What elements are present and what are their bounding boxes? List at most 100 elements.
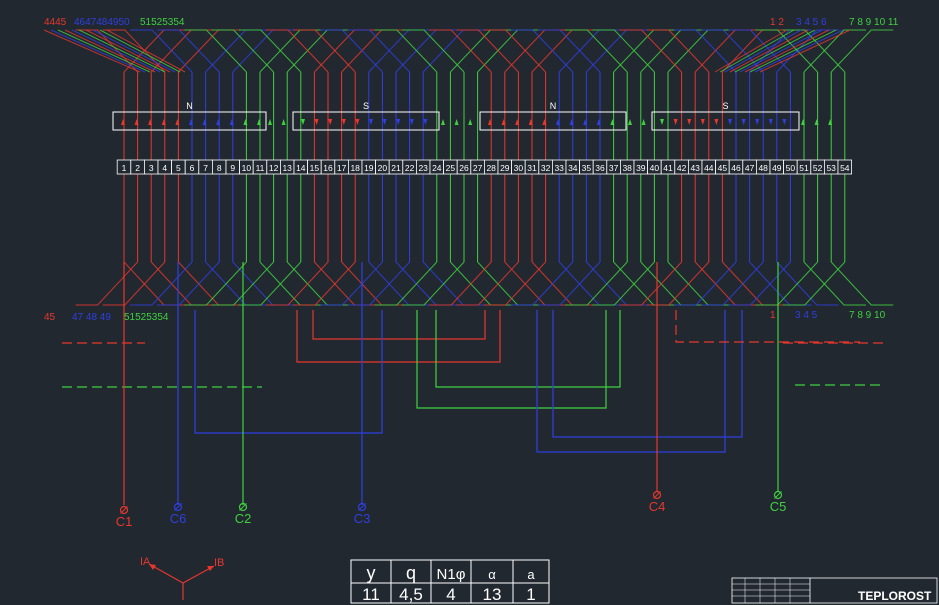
terminal-label: C3 <box>354 511 371 526</box>
jumper-line <box>312 310 486 340</box>
slot-cell: 4 <box>157 159 173 175</box>
slot-number: 23 <box>418 163 428 173</box>
slot-number: 18 <box>350 163 360 173</box>
phasor-b-label: IB <box>214 557 224 569</box>
slot-cell: 6 <box>184 159 200 175</box>
slot-cell: 28 <box>483 159 499 175</box>
slot-number: 20 <box>378 163 388 173</box>
slot-number: 41 <box>663 163 673 173</box>
pole-label: S <box>363 101 369 111</box>
slot-number: 30 <box>514 163 524 173</box>
slot-number: 21 <box>391 163 401 173</box>
slot-cell: 19 <box>361 159 377 175</box>
jumper-line <box>416 310 607 409</box>
slot-number: 27 <box>473 163 483 173</box>
slot-number: 6 <box>190 163 195 173</box>
top-left-blue-label: 4647484950 <box>74 17 130 28</box>
slot-number: 14 <box>296 163 306 173</box>
slot-cell: 13 <box>279 159 295 175</box>
slot-cell: 49 <box>769 159 785 175</box>
jumper-line <box>296 310 501 363</box>
slot-cell: 51 <box>796 159 812 175</box>
pole-label: N <box>550 101 557 111</box>
slot-cell: 34 <box>565 159 581 175</box>
slot-number: 33 <box>554 163 564 173</box>
terminal-label: C1 <box>116 514 133 529</box>
jumper-line <box>552 310 743 438</box>
slot-cell: 21 <box>388 159 404 175</box>
jumper-line <box>675 310 860 343</box>
slot-number: 50 <box>786 163 796 173</box>
pole-box: N <box>479 101 627 131</box>
slot-number: 2 <box>135 163 140 173</box>
phasor-a-label: IA <box>140 556 151 568</box>
pole-boxes: NSNS <box>112 101 833 131</box>
pole-box: N <box>112 101 267 131</box>
terminal-c5: C5 <box>770 490 787 514</box>
slot-cell: 14 <box>293 159 309 175</box>
slot-cell: 32 <box>538 159 553 175</box>
slot-number: 10 <box>242 163 252 173</box>
slot-number: 1 <box>122 163 127 173</box>
slot-number: 11 <box>256 163 265 173</box>
slot-number: 3 <box>149 163 154 173</box>
slot-cell: 16 <box>320 159 336 175</box>
slot-cell: 41 <box>660 159 676 175</box>
slot-cell: 36 <box>592 159 608 175</box>
slot-number: 7 <box>203 163 208 173</box>
slot-number: 29 <box>500 163 510 173</box>
slot-cell: 31 <box>524 159 540 175</box>
slot-number: 49 <box>772 163 782 173</box>
slot-number: 44 <box>704 163 714 173</box>
bottom-left-red-label: 45 <box>44 312 56 323</box>
slot-number: 31 <box>527 163 537 173</box>
terminal-label: C6 <box>170 511 187 526</box>
slot-cell: 7 <box>198 159 213 175</box>
top-left-red-label: 4445 <box>44 17 67 28</box>
param-header-a: a <box>527 567 535 582</box>
param-header-n: N1φ <box>437 566 466 583</box>
slot-cell: 47 <box>742 159 757 175</box>
title-block: TEPLOROST <box>731 577 938 604</box>
slot-cell: 40 <box>647 159 662 175</box>
param-value-y: 11 <box>362 585 380 604</box>
slot-number: 32 <box>541 163 551 173</box>
top-right-red-label: 1 2 <box>770 17 784 28</box>
slot-cell: 9 <box>225 159 241 175</box>
slot-cell: 12 <box>266 159 281 175</box>
slot-number: 15 <box>310 163 320 173</box>
slot-number: 13 <box>282 163 292 173</box>
slot-cell: 44 <box>701 159 717 175</box>
terminal-label: C2 <box>235 511 252 526</box>
slot-number: 36 <box>595 163 605 173</box>
terminal-label: C5 <box>770 499 787 514</box>
phasor-diagram: IA IB <box>140 556 224 600</box>
slot-number: 28 <box>486 163 496 173</box>
slot-number: 43 <box>690 163 700 173</box>
terminal-leads: C1 C6 C2 C3 C4 C5 <box>116 490 787 529</box>
slot-number: 42 <box>677 163 687 173</box>
slot-cell: 33 <box>552 159 567 175</box>
slot-number: 4 <box>162 163 167 173</box>
slot-number: 38 <box>622 163 632 173</box>
param-header-y: y <box>367 563 376 583</box>
slot-number-row: 1 2 3 4 5 6 7 8 9 10 11 12 13 14 15 16 17 18 19 20 21 22 23 24 2… <box>116 159 853 175</box>
terminal-c3: C3 <box>354 502 371 526</box>
bottom-right-red-label: 1 <box>770 310 776 321</box>
terminal-c6: C6 <box>170 502 187 526</box>
slot-number: 39 <box>636 163 646 173</box>
top-right-green-label: 7 8 9 10 11 <box>849 17 899 28</box>
stamp-brand: TEPLOROST <box>858 589 932 603</box>
slot-number: 9 <box>230 163 235 173</box>
slot-cell: 52 <box>810 159 825 175</box>
jumper-line <box>435 310 621 388</box>
slot-cell: 54 <box>837 159 853 175</box>
slot-cell: 43 <box>688 159 703 175</box>
slot-cell: 35 <box>579 159 594 175</box>
slot-cell: 24 <box>429 159 445 175</box>
bottom-right-blue-label: 3 4 5 <box>795 310 818 321</box>
slot-cell: 50 <box>783 159 798 175</box>
slot-number: 37 <box>609 163 619 173</box>
slot-cell: 5 <box>171 159 186 175</box>
slot-number: 5 <box>176 163 181 173</box>
